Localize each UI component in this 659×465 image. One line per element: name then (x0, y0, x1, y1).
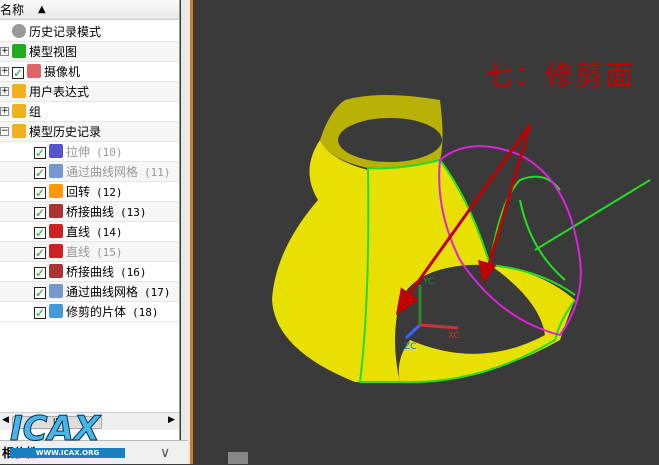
tree-node[interactable]: ✓ 拉伸 (10) (0, 142, 179, 162)
column-header-name[interactable]: 名称 ▲ (0, 0, 179, 20)
expand-toggle[interactable]: + (0, 67, 9, 76)
visibility-checkbox[interactable]: ✓ (34, 247, 46, 259)
folder-icon (12, 84, 26, 98)
expand-toggle[interactable]: + (0, 47, 9, 56)
tree-node-label: 修剪的片体 (66, 305, 127, 319)
icax-watermark-logo: ICAX WWW.ICAX.ORG (10, 412, 125, 462)
feature-number: (10) (96, 146, 123, 159)
line-icon (49, 224, 63, 238)
tree-node-label: 回转 (66, 185, 91, 199)
visibility-checkbox[interactable]: ✓ (34, 267, 46, 279)
visibility-checkbox[interactable]: ✓ (34, 307, 46, 319)
feature-number: (13) (120, 206, 147, 219)
column-header-label: 名称 (0, 3, 25, 17)
tree-node[interactable]: ✓ 通过曲线网格 (11) (0, 162, 179, 182)
bridge-curve-icon (49, 264, 63, 278)
panel-splitter[interactable] (181, 0, 190, 464)
visibility-checkbox[interactable]: ✓ (34, 187, 46, 199)
tree-node[interactable]: + 用户表达式 (0, 82, 179, 102)
visibility-checkbox[interactable]: ✓ (34, 147, 46, 159)
tree-node[interactable]: ✓ 直线 (14) (0, 222, 179, 242)
feature-number: (11) (144, 166, 171, 179)
folder-icon (12, 104, 26, 118)
expand-toggle[interactable]: + (0, 107, 9, 116)
tree-node-label: 直线 (66, 225, 91, 239)
sort-ascending-icon[interactable]: ▲ (38, 0, 46, 19)
visibility-checkbox[interactable]: ✓ (12, 67, 24, 79)
camera-icon (27, 64, 41, 78)
line-icon (49, 244, 63, 258)
tree-node[interactable]: + 组 (0, 102, 179, 122)
feature-number: (14) (96, 226, 123, 239)
tree-node[interactable]: 历史记录模式 (0, 22, 179, 42)
tree-node-label: 桥接曲线 (66, 265, 115, 279)
tree-node-label: 历史记录模式 (29, 25, 102, 39)
part-navigator: 名称 ▲ 历史记录模式 + 模型视图 + ✓ 摄像机 + 用户表达式 + 组 − 模型历史记录 ✓ 拉伸(… (0, 0, 180, 464)
tree-node-label: 通过曲线网格 (66, 285, 139, 299)
dark-opening (338, 118, 442, 162)
feature-number: (17) (144, 286, 171, 299)
clock-icon (12, 24, 26, 38)
tree-node[interactable]: ✓ 回转 (12) (0, 182, 179, 202)
tree-node-label: 桥接曲线 (66, 205, 115, 219)
visibility-checkbox[interactable]: ✓ (34, 207, 46, 219)
tree-node-label: 拉伸 (66, 145, 91, 159)
scroll-right-icon[interactable]: ▶ (168, 415, 175, 425)
tree-node[interactable]: + 模型视图 (0, 42, 179, 62)
trimmed-sheet-icon (49, 304, 63, 318)
revolve-icon (49, 184, 63, 198)
tree-node-label: 摄像机 (44, 65, 81, 79)
tree-node-label: 组 (29, 105, 42, 119)
yellow-surface (272, 140, 369, 382)
model-view-icon (12, 44, 26, 58)
visibility-checkbox[interactable]: ✓ (34, 227, 46, 239)
axis-label-xc: XC (448, 331, 460, 341)
axis-label-zc: ZC (404, 342, 416, 352)
mesh-surface-icon (49, 164, 63, 178)
scroll-left-icon[interactable]: ◀ (2, 415, 9, 425)
visibility-checkbox[interactable]: ✓ (34, 287, 46, 299)
bridge-curve-icon (49, 204, 63, 218)
tree-node[interactable]: − 模型历史记录 (0, 122, 179, 142)
axis-label-yc: YC (422, 277, 434, 287)
annotation-title: 七：修剪面 (485, 59, 636, 92)
tree-node[interactable]: ✓ 桥接曲线 (13) (0, 202, 179, 222)
tree-node[interactable]: ✓ 桥接曲线 (16) (0, 262, 179, 282)
feature-number: (18) (132, 306, 159, 319)
absolute-csys-icon (228, 452, 248, 464)
extrude-icon (49, 144, 63, 158)
tree-node-label: 模型历史记录 (29, 125, 102, 139)
tree-node[interactable]: ✓ 修剪的片体 (18) (0, 302, 179, 322)
tree-node-label: 模型视图 (29, 45, 78, 59)
tree-node-label: 用户表达式 (29, 85, 90, 99)
tree-node[interactable]: ✓ 通过曲线网格 (17) (0, 282, 179, 302)
tree-node-label: 通过曲线网格 (66, 165, 139, 179)
expand-toggle[interactable]: − (0, 127, 9, 136)
mesh-surface-icon (49, 284, 63, 298)
feature-number: (16) (120, 266, 147, 279)
folder-open-icon (12, 124, 26, 138)
tree-node[interactable]: ✓ 直线 (15) (0, 242, 179, 262)
feature-number: (15) (96, 246, 123, 259)
tree-node-label: 直线 (66, 245, 91, 259)
expand-toggle[interactable]: + (0, 87, 9, 96)
chevron-down-icon[interactable]: ∨ (160, 441, 170, 465)
feature-number: (12) (96, 186, 123, 199)
visibility-checkbox[interactable]: ✓ (34, 167, 46, 179)
tree-node[interactable]: + ✓ 摄像机 (0, 62, 179, 82)
